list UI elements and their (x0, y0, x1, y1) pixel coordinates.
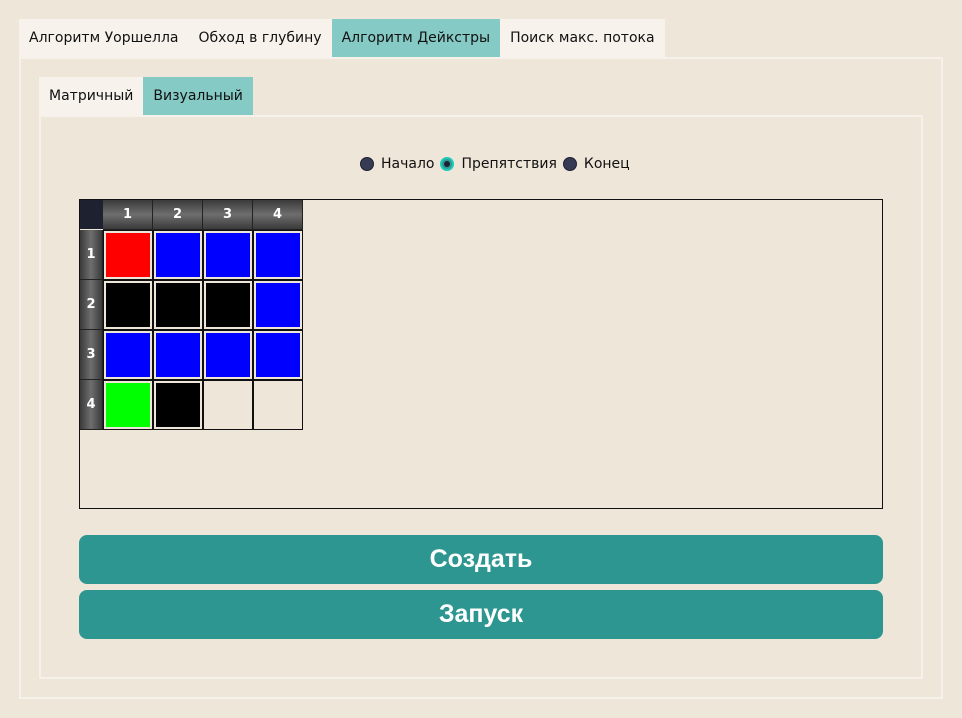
radio-end-label: Конец (583, 156, 630, 172)
grid-cell[interactable] (153, 380, 203, 430)
grid-cell[interactable] (253, 380, 303, 430)
grid-cell[interactable] (103, 330, 153, 380)
grid-cell[interactable] (153, 280, 203, 330)
grid-cell[interactable] (153, 330, 203, 380)
grid-cell[interactable] (103, 230, 153, 280)
cell-fill-blue (256, 283, 300, 327)
radio-start-label: Начало (381, 156, 435, 172)
cell-fill-black (156, 383, 200, 427)
cell-fill-blue (156, 333, 200, 377)
radio-start[interactable]: Начало (360, 156, 434, 172)
sub-tabbar: Матричный Визуальный (39, 77, 253, 115)
grid-cell[interactable] (203, 230, 253, 280)
mode-radio-group: Начало Препятствия Конец (360, 155, 636, 173)
radio-obstacles-indicator[interactable] (440, 157, 455, 171)
main-tabbar: Алгоритм Уоршелла Обход в глубину Алгори… (19, 19, 665, 57)
cell-fill-blue (206, 233, 250, 277)
cell-fill-black (206, 283, 250, 327)
column-header-4[interactable]: 4 (253, 200, 303, 230)
tab-visual[interactable]: Визуальный (143, 77, 253, 115)
column-header-1[interactable]: 1 (103, 200, 153, 230)
cell-fill-black (106, 283, 150, 327)
grid-cell[interactable] (253, 280, 303, 330)
radio-end-indicator[interactable] (562, 157, 577, 171)
cell-fill-blue (256, 333, 300, 377)
tab-dijkstra[interactable]: Алгоритм Дейкстры (331, 19, 501, 57)
cell-fill-green (106, 383, 150, 427)
column-header-3[interactable]: 3 (203, 200, 253, 230)
cell-fill-red (106, 233, 150, 277)
radio-end[interactable]: Конец (562, 156, 630, 172)
grid-cell[interactable] (253, 230, 303, 280)
radio-start-indicator[interactable] (360, 157, 374, 171)
grid-cell[interactable] (203, 380, 253, 430)
row-header-4[interactable]: 4 (80, 380, 103, 430)
create-button[interactable]: Создать (79, 535, 883, 584)
grid-corner[interactable] (80, 200, 103, 229)
row-header-3[interactable]: 3 (80, 330, 103, 380)
cell-fill-blue (206, 333, 250, 377)
tab-matrix[interactable]: Матричный (39, 77, 144, 115)
tab-warshall[interactable]: Алгоритм Уоршелла (19, 19, 189, 57)
grid-cell[interactable] (253, 330, 303, 380)
cell-fill-blue (256, 233, 300, 277)
tab-max-flow[interactable]: Поиск макс. потока (500, 19, 665, 57)
cell-fill-black (156, 283, 200, 327)
cell-fill-blue (156, 233, 200, 277)
radio-obstacles[interactable]: Препятствия (440, 156, 557, 172)
cell-fill-blue (106, 333, 150, 377)
tab-dfs[interactable]: Обход в глубину (188, 19, 332, 57)
grid-cell[interactable] (153, 230, 203, 280)
row-header-2[interactable]: 2 (80, 280, 103, 330)
radio-obstacles-label: Препятствия (461, 156, 557, 172)
grid-cell[interactable] (203, 280, 253, 330)
run-button[interactable]: Запуск (79, 590, 883, 639)
row-header-1[interactable]: 1 (80, 230, 103, 280)
grid-cell[interactable] (103, 280, 153, 330)
grid-cell[interactable] (203, 330, 253, 380)
grid-cell[interactable] (103, 380, 153, 430)
column-header-2[interactable]: 2 (153, 200, 203, 230)
